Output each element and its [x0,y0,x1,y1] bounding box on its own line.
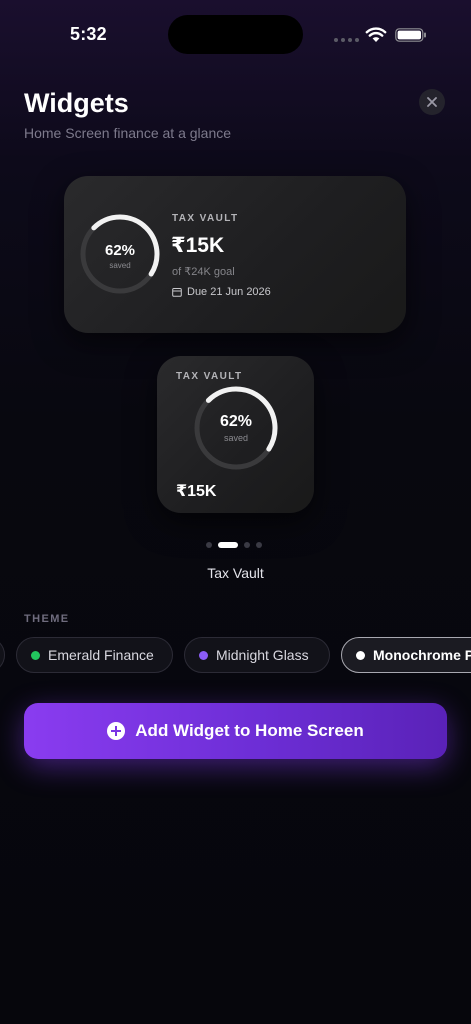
widget-preview-small[interactable]: TAX VAULT 62% saved ₹15K [157,356,314,513]
widget-preview-medium[interactable]: 62% saved TAX VAULT ₹15K of ₹24K goal Du… [64,176,406,333]
progress-caption: saved [223,433,249,443]
cellular-signal-icon [334,38,359,42]
widget-amount: ₹15K [176,483,217,500]
theme-swatch [199,650,208,660]
status-time: 5:32 [70,24,107,44]
wifi-icon [365,27,387,42]
widget-label: TAX VAULT [176,371,243,382]
status-bar: 5:32 [0,0,471,70]
plus-circle-icon [107,722,126,740]
theme-chip-monochrome[interactable]: Monochrome P [341,637,471,673]
progress-percent: 62% [219,413,253,430]
widget-goal: of ₹24K goal [172,266,235,278]
page-dot[interactable] [244,542,250,548]
theme-swatch [356,650,365,660]
battery-icon [395,28,426,42]
page-subtitle: Home Screen finance at a glance [24,125,232,141]
close-icon [427,97,437,107]
page-indicator[interactable] [206,542,262,548]
page-dot[interactable] [256,542,262,548]
theme-chip-offscreen[interactable] [0,637,5,673]
theme-swatch [31,650,40,660]
page-dot[interactable] [206,542,212,548]
progress-percent: 62% [104,242,136,259]
theme-chip-label: Monochrome P [373,647,471,663]
dynamic-island [168,15,303,54]
theme-chip-label: Midnight Glass [216,647,309,663]
theme-chip-emerald-finance[interactable]: Emerald Finance [16,637,173,673]
theme-chip-midnight-glass[interactable]: Midnight Glass [184,637,330,673]
widget-amount: ₹15K [171,234,225,257]
theme-chip-label: Emerald Finance [48,647,154,663]
progress-caption: saved [109,261,131,270]
widget-label: TAX VAULT [172,213,239,224]
add-widget-button[interactable]: Add Widget to Home Screen [24,703,447,759]
page-dot[interactable] [218,542,238,548]
page-title: Widgets [24,88,129,118]
widget-due-date: Due 21 Jun 2026 [187,286,271,298]
theme-chip-list[interactable]: Emerald Finance Midnight Glass Monochrom… [0,637,471,673]
current-widget-name: Tax Vault [207,565,264,581]
theme-section-label: THEME [24,613,70,625]
close-button[interactable] [419,89,445,115]
calendar-icon [172,288,182,297]
add-widget-label: Add Widget to Home Screen [135,721,364,740]
